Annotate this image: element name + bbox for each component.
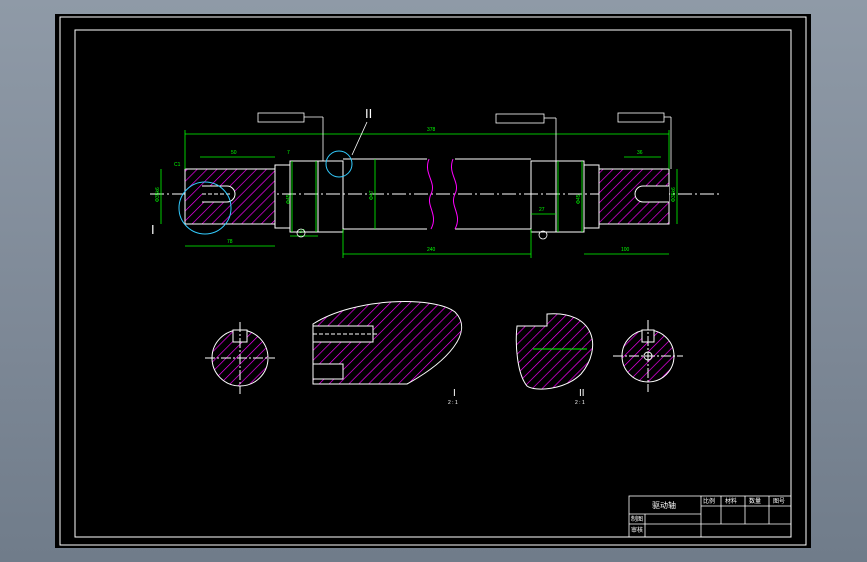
- section-view-a: [205, 322, 275, 394]
- dim-dia-4: Φ45: [576, 194, 582, 204]
- dim-left-step: 7: [287, 150, 290, 156]
- dim-chamfer: C1: [174, 162, 181, 168]
- inner-border: [74, 29, 792, 538]
- section-1-scale: 2 : 1: [448, 400, 458, 406]
- tolerance-frame-3: [617, 112, 665, 123]
- tb-header-4: 图号: [773, 498, 785, 505]
- dim-right-journal: 100: [621, 247, 630, 253]
- dim-dia-2: Φ45: [286, 194, 292, 204]
- detail-marker-1: I: [151, 222, 155, 237]
- tb-row-2: 审核: [631, 526, 643, 534]
- section-view-d: [613, 320, 683, 392]
- dim-gap-2: 27: [539, 207, 545, 213]
- right-keyway: [634, 185, 669, 203]
- tolerance-frame-2: [495, 113, 545, 124]
- shaft-drawing: 378 240 50 36 7 78 100 27 27 C1 Φ35k6 Φ4…: [59, 16, 807, 546]
- dim-overall: 378: [427, 127, 436, 133]
- dim-right-key: 36: [637, 150, 643, 156]
- tb-header-1: 比例: [703, 497, 715, 505]
- section-2-label: II: [579, 388, 585, 399]
- detail-marker-2: II: [365, 106, 372, 121]
- dim-dia-1: Φ35k6: [155, 187, 161, 202]
- dim-dia-3: Φ47: [369, 190, 375, 200]
- dim-dia-5: Φ35k6: [671, 187, 677, 202]
- title-name: 驱动轴: [652, 500, 676, 510]
- drawing-sheet: 378 240 50 36 7 78 100 27 27 C1 Φ35k6 Φ4…: [55, 14, 811, 548]
- section-2-scale: 2 : 1: [575, 400, 585, 406]
- section-1-label: I: [453, 388, 456, 399]
- tb-header-2: 材料: [725, 497, 737, 505]
- break-line-2: [451, 158, 459, 230]
- dim-left-journal: 78: [227, 239, 233, 245]
- tolerance-frame-1: [257, 112, 305, 123]
- main-view: [150, 150, 720, 235]
- tb-header-3: 数量: [749, 497, 761, 505]
- tb-row-1: 制图: [631, 515, 643, 523]
- detail-circle-2: [325, 150, 353, 178]
- cad-viewport[interactable]: 378 240 50 36 7 78 100 27 27 C1 Φ35k6 Φ4…: [0, 0, 867, 562]
- dim-left-key: 50: [231, 150, 237, 156]
- section-view-b: [312, 301, 462, 385]
- outer-border: [59, 16, 807, 546]
- dim-middle: 240: [427, 247, 436, 253]
- section-view-c: [515, 313, 594, 390]
